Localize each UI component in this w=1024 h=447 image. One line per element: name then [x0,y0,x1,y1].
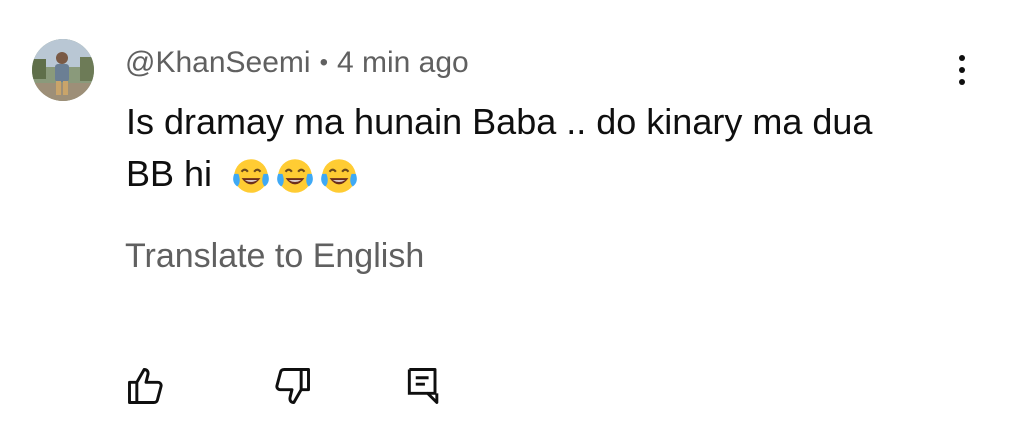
more-vertical-icon-dot [959,79,965,85]
emoji-row [230,155,360,197]
more-vertical-icon [959,55,965,61]
more-options-button[interactable] [944,50,980,90]
comment-meta: @KhanSeemi • 4 min ago [125,43,469,83]
face-with-tears-of-joy-icon [233,159,269,194]
meta-separator: • [319,49,328,76]
comment-text-line-2: BB hi [126,153,213,194]
dislike-button[interactable] [270,364,314,408]
thumbs-up-icon [128,368,163,404]
comment-text-line-1: Is dramay ma hunain Baba .. do kinary ma… [126,101,873,142]
face-with-tears-of-joy-icon [277,159,313,194]
more-vertical-icon-dot [959,67,965,73]
author-name[interactable]: @KhanSeemi [125,46,311,80]
comment-text-line-2-wrap: BB hi [126,148,946,200]
reply-comment-icon [407,368,439,404]
face-with-tears-of-joy-icon [321,159,357,194]
comment-card: @KhanSeemi • 4 min ago Is dramay ma huna… [0,0,1024,447]
thumbs-down-icon [275,368,310,404]
translate-link[interactable]: Translate to English [125,237,424,276]
comment-text: Is dramay ma hunain Baba .. do kinary ma… [126,96,946,200]
avatar-image [32,39,94,101]
avatar[interactable] [32,39,94,101]
reply-button[interactable] [402,364,446,408]
like-button[interactable] [124,364,168,408]
comment-timestamp: 4 min ago [336,46,469,79]
